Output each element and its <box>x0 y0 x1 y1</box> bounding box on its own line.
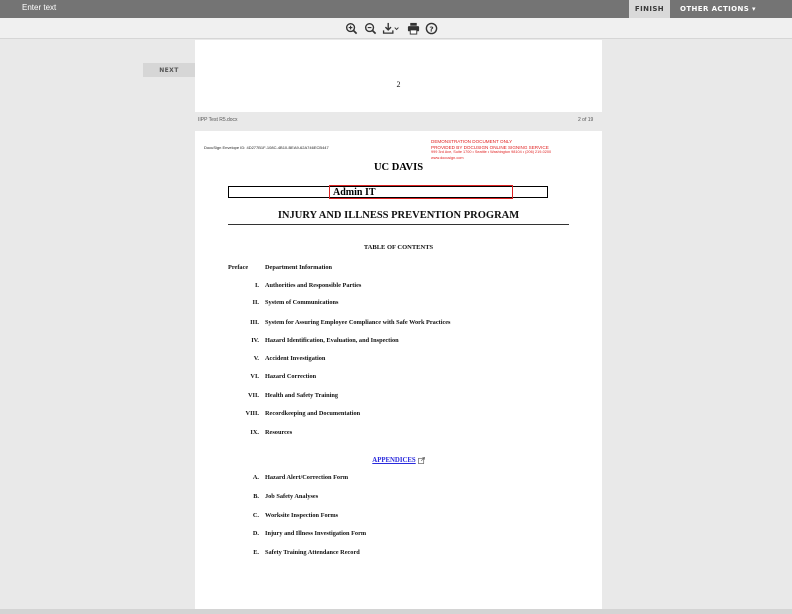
envelope-id: DocuSign Envelope ID: 4D277B1F-108C-4B10… <box>204 145 329 150</box>
toc-label: System for Assuring Employee Compliance … <box>265 319 451 326</box>
toc-label: Authorities and Responsible Parties <box>265 282 362 289</box>
toc-number: VII. <box>247 392 259 399</box>
toc-label: Hazard Correction <box>265 373 317 380</box>
document-page-2: 2 <box>195 40 602 112</box>
document-toolbar: ? <box>0 18 792 39</box>
appendix-letter: C. <box>252 512 259 519</box>
page-number: 2 <box>396 80 401 89</box>
other-actions-button[interactable]: OTHER ACTIONS ▾ <box>680 0 756 18</box>
appendix-label: Injury and Illness Investigation Form <box>265 530 367 537</box>
action-instruction: Enter text <box>22 3 57 12</box>
toc-number: VI. <box>250 373 259 380</box>
svg-text:?: ? <box>429 24 433 33</box>
toc-label: Resources <box>265 429 293 436</box>
page-counter: 2 of 19 <box>578 117 594 123</box>
toc-label: Health and Safety Training <box>265 392 339 399</box>
toc-heading: TABLE OF CONTENTS <box>363 244 434 251</box>
appendix-letter: E. <box>253 549 259 556</box>
appendix-letter: D. <box>252 530 259 537</box>
print-icon[interactable] <box>407 22 420 35</box>
zoom-out-icon[interactable] <box>364 22 377 35</box>
organization-name: UC DAVIS <box>373 162 424 173</box>
toc-number: III. <box>250 319 259 326</box>
toc-number: I. <box>254 282 259 289</box>
help-icon[interactable]: ? <box>425 22 438 35</box>
appendices-link-text[interactable]: APPENDICES <box>372 457 415 464</box>
toc-number: IX. <box>250 429 259 436</box>
appendix-label: Job Safety Analyses <box>265 493 319 500</box>
toc-label: Department Information <box>265 264 332 271</box>
toc-label: Hazard Identification, Evaluation, and I… <box>265 337 399 344</box>
appendix-label: Worksite Inspection Forms <box>265 512 339 519</box>
page-filename: IIPP Test R5.docx <box>198 117 238 123</box>
department-value: Admin IT <box>333 186 376 198</box>
toc-label: Accident Investigation <box>265 355 326 362</box>
toc-label: Recordkeeping and Documentation <box>265 410 361 417</box>
zoom-in-icon[interactable] <box>345 22 358 35</box>
toc-number: II. <box>252 299 259 306</box>
toc-label: System of Communications <box>265 299 339 306</box>
download-icon[interactable] <box>382 22 400 35</box>
toc-number: IV. <box>251 337 259 344</box>
demo-url: www.docusign.com <box>431 155 464 160</box>
toc-number: Preface <box>228 264 249 271</box>
toc-number: VIII. <box>245 410 259 417</box>
program-title: INJURY AND ILLNESS PREVENTION PROGRAM <box>228 210 569 225</box>
next-field-button[interactable]: NEXT <box>143 63 195 77</box>
document-page-3: DocuSign Envelope ID: 4D277B1F-108C-4B10… <box>195 131 602 614</box>
appendix-letter: B. <box>253 493 259 500</box>
appendix-label: Hazard Alert/Correction Form <box>265 474 349 481</box>
appendix-label: Safety Training Attendance Record <box>265 549 360 556</box>
external-link-icon[interactable] <box>417 457 425 464</box>
toc-number: V. <box>253 355 259 362</box>
appendix-letter: A. <box>252 474 259 481</box>
finish-button[interactable]: FINISH <box>629 0 670 18</box>
bottom-scroll-strip <box>0 609 792 614</box>
demo-watermark: DEMONSTRATION DOCUMENT ONLY PROVIDED BY … <box>431 139 602 161</box>
signing-top-bar: Enter text FINISH OTHER ACTIONS ▾ <box>0 0 792 18</box>
department-text-field[interactable]: Admin IT <box>329 185 513 199</box>
appendices-link[interactable]: APPENDICES <box>195 457 602 464</box>
